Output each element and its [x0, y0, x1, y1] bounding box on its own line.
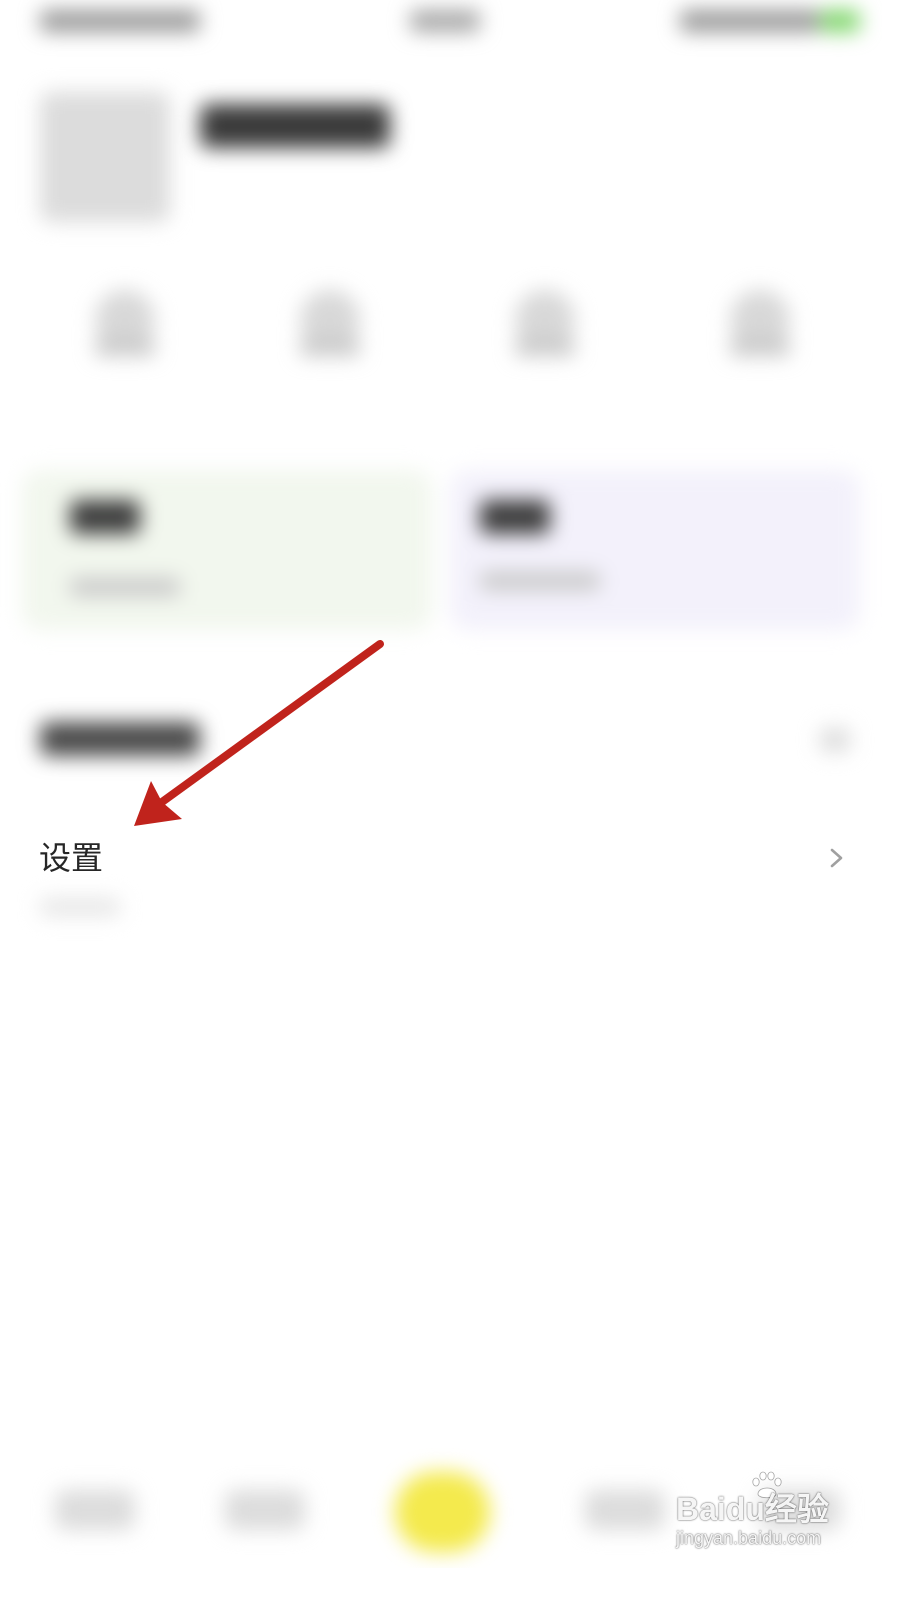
settings-row[interactable]: 设置 — [0, 818, 882, 898]
blurred-background — [0, 0, 882, 1568]
section-more — [820, 728, 850, 752]
promo-card-left-subtitle — [70, 578, 180, 596]
watermark-url: jingyan.baidu.com — [676, 1528, 822, 1548]
quick-action-label — [515, 338, 575, 356]
status-bar-left — [40, 10, 200, 32]
promo-card-right-title — [480, 500, 550, 534]
promo-card-right — [450, 470, 860, 630]
quick-action-label — [730, 338, 790, 356]
tab-bar-item — [225, 1490, 305, 1530]
tab-bar-center-button — [395, 1472, 490, 1552]
blurred-text-line — [40, 898, 120, 916]
red-arrow-icon — [134, 640, 384, 826]
quick-action-icon — [515, 290, 575, 350]
tab-bar-item — [585, 1490, 665, 1530]
battery-icon — [820, 10, 860, 32]
baidu-watermark: Baidu经验 jingyan.baidu.com — [676, 1470, 876, 1560]
tab-bar-item — [55, 1490, 135, 1530]
avatar — [40, 92, 170, 222]
settings-label: 设置 — [39, 839, 104, 877]
promo-card-right-subtitle — [480, 572, 600, 590]
promo-card-left — [22, 470, 432, 630]
quick-action-label — [95, 338, 155, 356]
quick-action-icon — [300, 290, 360, 350]
promo-card-left-title — [70, 500, 140, 534]
watermark-brand: Baidu经验 — [676, 1491, 829, 1527]
status-bar-middle — [410, 10, 480, 32]
section-title — [40, 722, 200, 756]
chevron-right-icon — [830, 848, 843, 868]
quick-action-label — [300, 338, 360, 356]
quick-action-icon — [95, 290, 155, 350]
status-bar-right — [680, 10, 820, 32]
quick-action-icon — [730, 290, 790, 350]
screen: 设置 Baidu经验 jingyan.baidu.com — [0, 0, 882, 1568]
profile-name — [200, 104, 390, 148]
